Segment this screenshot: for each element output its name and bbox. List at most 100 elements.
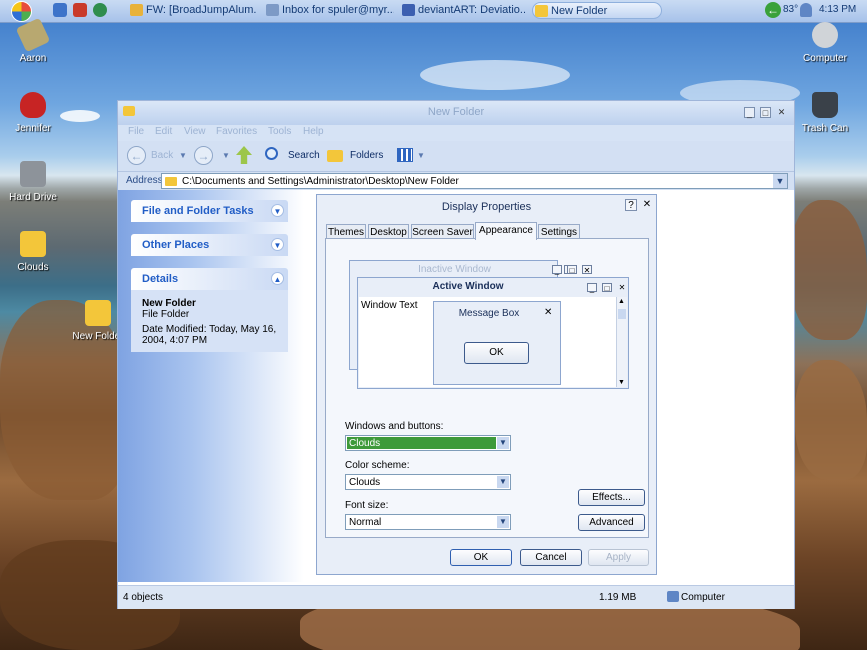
search-icon	[265, 147, 278, 160]
color-scheme-select[interactable]: Clouds ▼	[345, 474, 511, 490]
chevron-down-icon[interactable]: ▼	[497, 476, 509, 488]
start-button[interactable]	[11, 1, 32, 22]
maximize-icon: □	[602, 283, 612, 293]
menu-help[interactable]: Help	[303, 126, 324, 137]
user-icon[interactable]	[800, 3, 812, 17]
chevron-down-icon[interactable]: ▼	[497, 437, 509, 449]
details-modified: Date Modified: Today, May 16, 2004, 4:07…	[142, 324, 277, 346]
up-button[interactable]	[236, 145, 254, 167]
details-body: New Folder File Folder Date Modified: To…	[131, 290, 288, 352]
other-places-panel: Other Places ▼	[131, 234, 288, 256]
outlook-mail-icon	[130, 4, 143, 16]
views-icon	[397, 148, 413, 162]
apply-button[interactable]: Apply	[588, 549, 649, 566]
maximize-button[interactable]: □	[760, 107, 771, 118]
minimize-button[interactable]: _	[744, 107, 755, 118]
tab-appearance[interactable]: Appearance	[475, 222, 537, 240]
maximize-icon: □	[567, 265, 577, 275]
desktop-icon-jennifer[interactable]: Jennifer	[3, 92, 63, 134]
ie-icon[interactable]	[53, 3, 67, 17]
color-scheme-label: Color scheme:	[345, 460, 410, 471]
status-bar: 4 objects 1.19 MB Computer	[118, 585, 794, 609]
help-button[interactable]: ?	[625, 199, 637, 211]
notebook-icon	[15, 17, 51, 53]
cancel-button[interactable]: Cancel	[520, 549, 582, 566]
trash-can-icon	[812, 92, 838, 118]
minimize-icon: _	[552, 265, 562, 275]
system-tray: ← 83° 4:13 PM	[760, 0, 867, 22]
preview-ok-button: OK	[464, 342, 529, 364]
media-icon[interactable]	[73, 3, 87, 17]
effects-button[interactable]: Effects...	[578, 489, 645, 506]
taskbar-button-new-folder[interactable]: New Folder	[532, 2, 662, 19]
tab-desktop[interactable]: Desktop	[368, 224, 409, 239]
file-folder-tasks-panel: File and Folder Tasks ▼	[131, 200, 288, 222]
dialog-title: Display Properties	[441, 201, 532, 213]
other-places-header[interactable]: Other Places ▼	[131, 234, 288, 256]
views-button[interactable]: ▼	[397, 145, 425, 167]
menu-favorites[interactable]: Favorites	[216, 126, 257, 137]
toolbar: ← Back ▼ → ▼ Search Folders ▼	[118, 141, 794, 172]
folder-icon	[85, 300, 111, 326]
close-icon: ✕	[582, 265, 592, 275]
chevron-down-icon[interactable]: ▼	[222, 145, 230, 167]
details-type: File Folder	[142, 309, 190, 320]
ok-button[interactable]: OK	[450, 549, 512, 566]
advanced-button[interactable]: Advanced	[578, 514, 645, 531]
chevron-down-icon[interactable]: ▼	[497, 516, 509, 528]
tab-screen-saver[interactable]: Screen Saver	[411, 224, 474, 239]
appearance-preview: Inactive Window _ □ ✕ Active Window Wind…	[336, 239, 636, 389]
forward-button[interactable]: → ▼	[194, 145, 234, 167]
chevron-down-icon[interactable]: ▼	[773, 174, 787, 188]
desktop-icon-computer[interactable]: Computer	[795, 22, 855, 64]
menubar: File Edit View Favorites Tools Help	[118, 125, 794, 141]
desktop-icon-clouds[interactable]: Clouds	[3, 231, 63, 273]
taskbar-button-deviantart[interactable]: deviantART: Deviatio...	[400, 2, 525, 19]
tab-themes[interactable]: Themes	[326, 224, 366, 239]
chevron-down-icon[interactable]: ▼	[179, 145, 187, 167]
details-name: New Folder	[142, 298, 196, 309]
details-header[interactable]: Details ▲	[131, 268, 288, 290]
chevron-down-icon[interactable]: ▼	[271, 238, 284, 251]
status-location: Computer	[681, 592, 725, 603]
desktop-icon-aaron[interactable]: Aaron	[3, 17, 63, 64]
file-folder-tasks-header[interactable]: File and Folder Tasks ▼	[131, 200, 288, 222]
menu-view[interactable]: View	[184, 126, 206, 137]
status-objects: 4 objects	[123, 592, 164, 603]
chevron-down-icon[interactable]: ▼	[271, 204, 284, 217]
font-size-select[interactable]: Normal ▼	[345, 514, 511, 530]
taskbar-button-inbox[interactable]: Inbox for spuler@myr...	[264, 2, 394, 19]
address-bar: Address C:\Documents and Settings\Admini…	[118, 172, 794, 190]
windows-buttons-label: Windows and buttons:	[345, 421, 444, 432]
menu-edit[interactable]: Edit	[155, 126, 172, 137]
taskbar-button-fw-mail[interactable]: FW: [BroadJumpAlum...	[128, 2, 256, 19]
messenger-icon[interactable]	[93, 3, 107, 17]
up-arrow-icon	[236, 146, 252, 164]
window-title: New Folder	[427, 106, 485, 118]
desktop-icon-hard-drive[interactable]: Hard Drive	[3, 161, 63, 203]
back-button[interactable]: ← Back ▼	[127, 145, 187, 167]
desktop-icon-trash[interactable]: Trash Can	[795, 92, 855, 134]
back-arrow-icon[interactable]: ←	[765, 2, 781, 18]
dialog-close-button[interactable]: ✕	[641, 199, 653, 211]
tab-settings[interactable]: Settings	[538, 224, 580, 239]
temperature: 83°	[783, 4, 799, 15]
chevron-down-icon: ▼	[618, 379, 625, 386]
search-button[interactable]: Search	[265, 145, 320, 167]
folders-button[interactable]: Folders	[327, 145, 387, 167]
clock: 4:13 PM	[819, 4, 857, 15]
windows-buttons-select[interactable]: Clouds ▼	[345, 435, 511, 451]
computer-icon	[812, 22, 838, 48]
chevron-up-icon[interactable]: ▲	[271, 272, 284, 285]
address-input[interactable]: C:\Documents and Settings\Administrator\…	[161, 173, 788, 189]
close-icon: ✕	[618, 283, 626, 292]
menu-file[interactable]: File	[128, 126, 144, 137]
heart-icon	[20, 92, 46, 118]
explorer-titlebar[interactable]: New Folder _ □ ✕	[118, 101, 794, 125]
display-properties-dialog: Display Properties ? ✕ Themes Desktop Sc…	[316, 194, 657, 575]
mail-icon	[266, 4, 279, 16]
menu-tools[interactable]: Tools	[268, 126, 291, 137]
close-button[interactable]: ✕	[776, 107, 787, 118]
task-pane: File and Folder Tasks ▼ Other Places ▼ D…	[118, 190, 304, 582]
address-label: Address	[126, 175, 163, 186]
